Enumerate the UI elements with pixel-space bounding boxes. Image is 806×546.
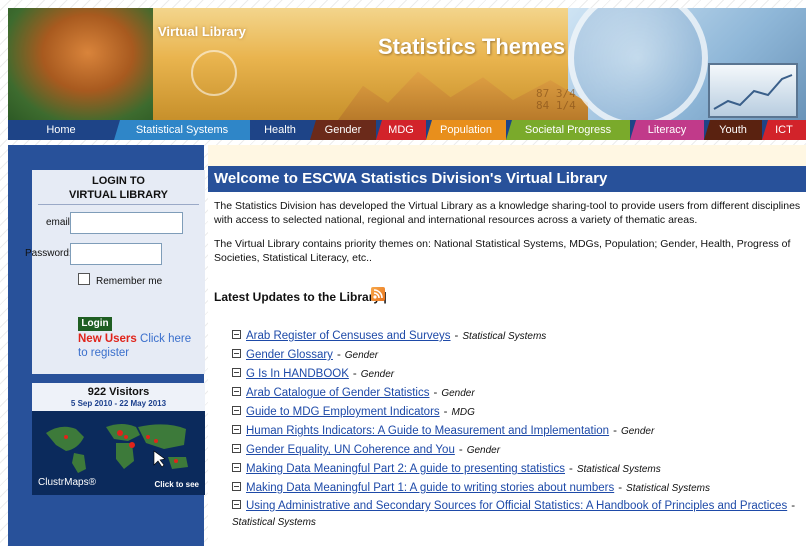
clustrmaps-widget[interactable]: 922 Visitors 5 Sep 2010 - 22 May 2013 Cl… xyxy=(32,383,205,495)
tab-gender[interactable]: Gender xyxy=(310,120,376,140)
tab-statistical-systems[interactable]: Statistical Systems xyxy=(114,120,250,140)
update-item: Arab Catalogue of Gender Statistics - Gend… xyxy=(232,385,802,402)
collapse-icon[interactable] xyxy=(232,444,241,453)
collapse-icon[interactable] xyxy=(232,425,241,434)
clock-icon xyxy=(568,8,708,120)
banner-digits-line2: 84 1/4 xyxy=(536,99,576,112)
update-link[interactable]: Arab Catalogue of Gender Statistics xyxy=(246,387,429,399)
update-link[interactable]: Making Data Meaningful Part 1: A guide t… xyxy=(246,482,614,494)
update-item: Using Administrative and Secondary Sourc… xyxy=(232,498,802,531)
separator: - xyxy=(443,406,448,418)
update-category: Statistical Systems xyxy=(576,464,661,475)
update-link[interactable]: Using Administrative and Secondary Sourc… xyxy=(246,500,787,512)
monitor-chart-icon xyxy=(708,63,798,118)
separator: - xyxy=(618,482,623,494)
visitor-date-range: 5 Sep 2010 - 22 May 2013 xyxy=(70,399,167,408)
themes-paragraph: The Virtual Library contains priority th… xyxy=(214,238,791,264)
update-category: Gender xyxy=(466,445,501,456)
tab-ict[interactable]: ICT xyxy=(762,120,806,140)
update-item: Making Data Meaningful Part 1: A guide t… xyxy=(232,480,802,497)
update-item: Making Data Meaningful Part 2: A guide t… xyxy=(232,461,802,478)
collapse-icon[interactable] xyxy=(232,387,241,396)
tab-home[interactable]: Home xyxy=(8,120,114,140)
login-title-line2: VIRTUAL LIBRARY xyxy=(69,189,168,201)
update-category: Statistical Systems xyxy=(626,483,710,494)
page-title: Welcome to ESCWA Statistics Division's V… xyxy=(214,170,608,187)
login-title-line1: LOGIN TO xyxy=(92,175,145,187)
update-link[interactable]: Human Rights Indicators: A Guide to Meas… xyxy=(246,425,609,437)
collapse-icon[interactable] xyxy=(232,368,241,377)
collapse-icon[interactable] xyxy=(232,463,241,472)
nav-tabs: Home Statistical Systems Health Gender M… xyxy=(8,120,806,140)
update-category: Gender xyxy=(360,369,395,380)
separator: - xyxy=(458,444,463,456)
email-field[interactable] xyxy=(70,212,183,234)
banner-photo-child xyxy=(8,8,153,120)
update-item: Guide to MDG Employment Indicators - MDG xyxy=(232,404,802,421)
password-field[interactable] xyxy=(70,243,162,265)
collapse-icon[interactable] xyxy=(232,330,241,339)
main-content: Welcome to ESCWA Statistics Division's V… xyxy=(208,166,806,546)
tab-literacy[interactable]: Literacy xyxy=(630,120,704,140)
separator: - xyxy=(613,425,617,437)
collapse-icon[interactable] xyxy=(232,349,241,358)
sidebar: LOGIN TO VIRTUAL LIBRARY email: Password… xyxy=(8,145,205,546)
update-item: Gender Glossary - Gender xyxy=(232,347,802,364)
separator: - xyxy=(352,368,357,380)
login-divider xyxy=(38,204,199,205)
separator: - xyxy=(433,387,438,399)
collapse-icon[interactable] xyxy=(232,482,241,491)
email-label: email: xyxy=(46,217,73,228)
separator: - xyxy=(336,349,341,361)
update-category: Gender xyxy=(441,388,475,399)
login-panel: LOGIN TO VIRTUAL LIBRARY email: Password… xyxy=(25,170,205,374)
remember-me-checkbox[interactable] xyxy=(78,273,90,285)
tab-health[interactable]: Health xyxy=(250,120,310,140)
latest-updates-heading: Latest Updates to the Library | xyxy=(214,290,387,304)
visitor-count: 922 Visitors xyxy=(87,386,150,398)
separator: - xyxy=(569,463,573,475)
collapse-icon[interactable] xyxy=(232,406,241,415)
intro-paragraph: The Statistics Division has developed th… xyxy=(214,200,801,226)
collapse-icon[interactable] xyxy=(232,500,241,509)
update-item: Arab Register of Censuses and Surveys - St… xyxy=(232,328,802,345)
remember-me-label: Remember me xyxy=(96,276,163,287)
separator: - xyxy=(791,500,796,512)
tab-youth[interactable]: Youth xyxy=(704,120,762,140)
update-item: Gender Equality, UN Coherence and You - Ge… xyxy=(232,442,802,459)
update-category: Statistical Systems xyxy=(462,331,547,342)
main-top-strip xyxy=(208,145,806,166)
update-category: Gender xyxy=(344,350,379,361)
update-item: Human Rights Indicators: A Guide to Meas… xyxy=(232,423,802,440)
update-link[interactable]: Arab Register of Censuses and Surveys xyxy=(246,330,451,342)
update-link[interactable]: Gender Equality, UN Coherence and You xyxy=(246,444,455,456)
update-link[interactable]: Guide to MDG Employment Indicators xyxy=(246,406,440,418)
rss-icon[interactable] xyxy=(371,287,385,301)
login-button[interactable]: Login xyxy=(78,317,112,331)
separator: - xyxy=(454,330,459,342)
banner-digits: 87 3/4 84 1/4 xyxy=(536,88,576,112)
update-category: MDG xyxy=(451,407,475,418)
update-category: Gender xyxy=(620,426,655,437)
new-users-label: New Users xyxy=(78,333,137,345)
password-label: Password: xyxy=(25,248,72,259)
un-seal-icon xyxy=(191,50,237,96)
tab-population[interactable]: Population xyxy=(426,120,506,140)
clustrmaps-brand: ClustrMaps® xyxy=(38,477,96,488)
click-to-see-link[interactable]: Click to see xyxy=(155,480,199,489)
update-link[interactable]: Gender Glossary xyxy=(246,349,333,361)
update-link[interactable]: G Is In HANDBOOK xyxy=(246,368,349,380)
tab-mdg[interactable]: MDG xyxy=(376,120,426,140)
banner: Virtual Library Statistics Themes 87 3/4… xyxy=(8,8,806,120)
tab-societal-progress[interactable]: Societal Progress xyxy=(506,120,630,140)
new-users-block: New Users Click here to register xyxy=(78,332,203,360)
update-category: Statistical Systems xyxy=(232,517,316,528)
login-title: LOGIN TO VIRTUAL LIBRARY xyxy=(32,174,205,202)
world-map-icon xyxy=(46,424,188,473)
update-link[interactable]: Making Data Meaningful Part 2: A guide t… xyxy=(246,463,565,475)
update-item: G Is In HANDBOOK - Gender xyxy=(232,366,802,383)
virtual-library-title: Virtual Library xyxy=(158,24,246,39)
statistics-themes-title: Statistics Themes xyxy=(378,34,566,59)
welcome-bar: Welcome to ESCWA Statistics Division's V… xyxy=(208,166,806,192)
